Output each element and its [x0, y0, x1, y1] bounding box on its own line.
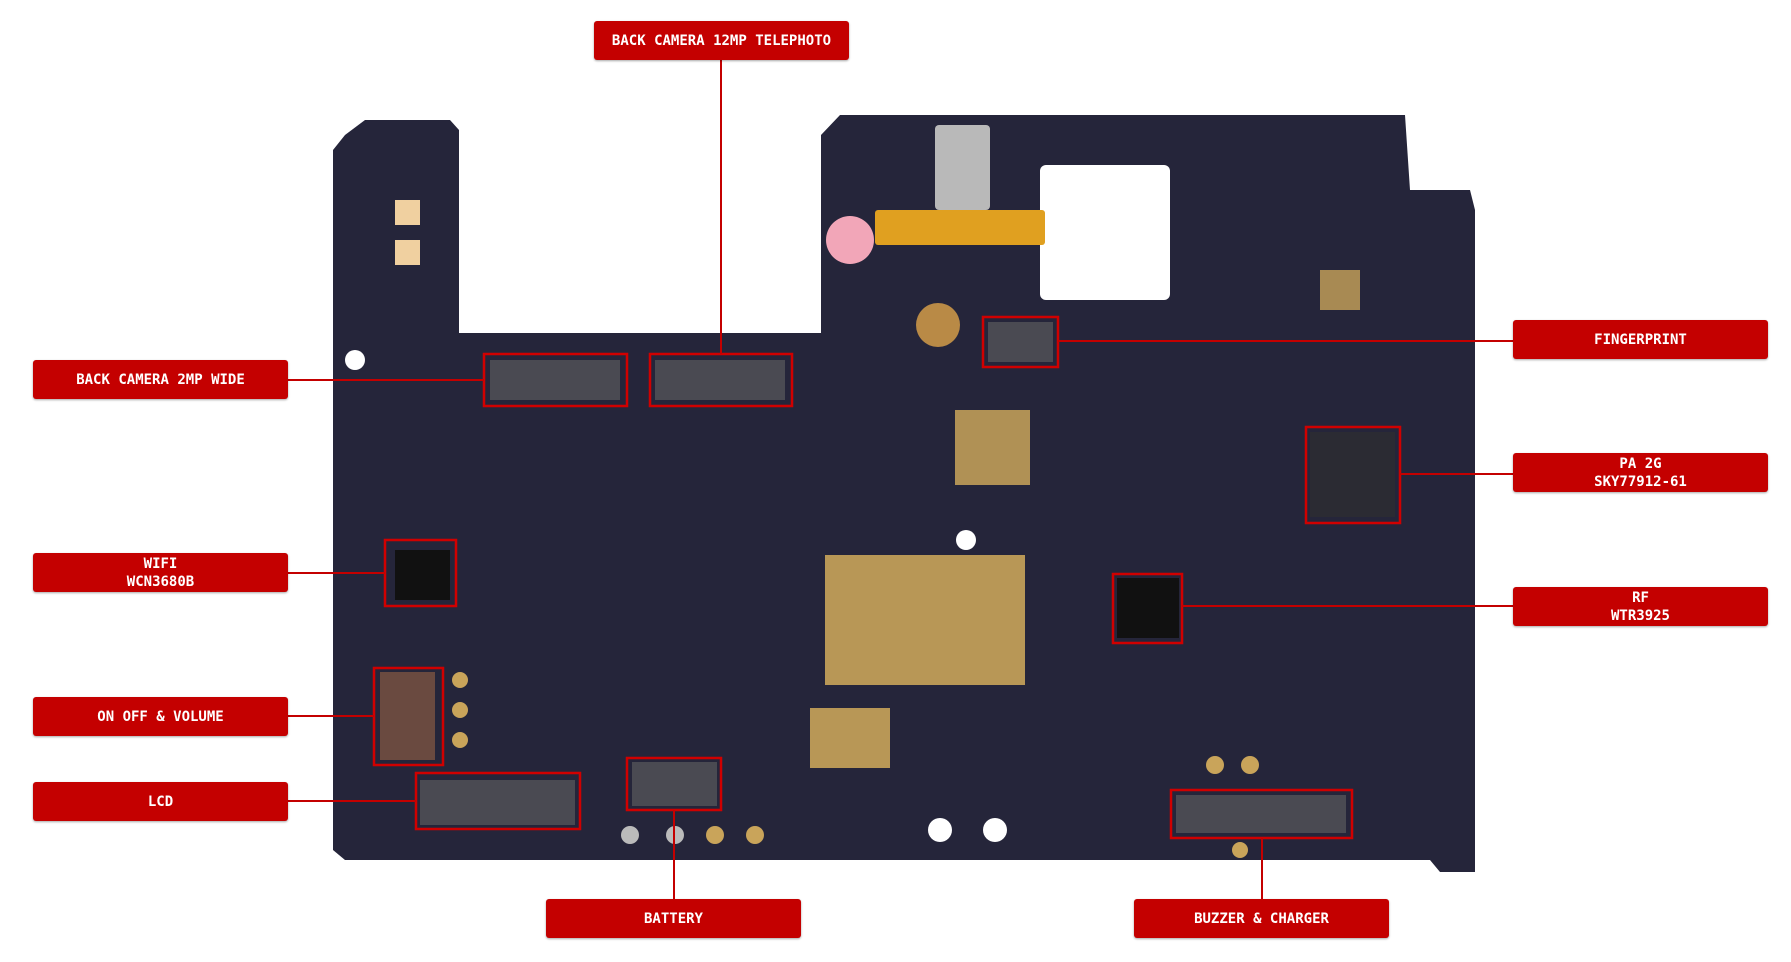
label-subtext: SKY77912-61 [1594, 473, 1687, 490]
label-pa-2g: PA 2G SKY77912-61 [1513, 453, 1768, 492]
label-text: BACK CAMERA 12MP TELEPHOTO [611, 32, 832, 49]
label-subtext: WCN3680B [126, 573, 195, 590]
label-text: FINGERPRINT [1594, 331, 1687, 348]
label-text: BATTERY [643, 910, 703, 927]
label-text: LCD [147, 793, 174, 810]
label-text: BUZZER & CHARGER [1194, 910, 1329, 927]
label-text: WIFI [143, 555, 178, 572]
label-battery: BATTERY [546, 899, 801, 938]
label-on-off-volume: ON OFF & VOLUME [33, 697, 288, 736]
label-fingerprint: FINGERPRINT [1513, 320, 1768, 359]
label-back-camera-telephoto: BACK CAMERA 12MP TELEPHOTO [594, 21, 849, 60]
label-back-camera-wide: BACK CAMERA 2MP WIDE [33, 360, 288, 399]
label-text: PA 2G [1619, 455, 1662, 472]
label-lcd: LCD [33, 782, 288, 821]
label-text: RF [1632, 589, 1649, 606]
label-rf: RF WTR3925 [1513, 587, 1768, 626]
label-buzzer-charger: BUZZER & CHARGER [1134, 899, 1389, 938]
label-subtext: WTR3925 [1610, 607, 1670, 624]
label-wifi: WIFI WCN3680B [33, 553, 288, 592]
label-text: ON OFF & VOLUME [97, 708, 224, 725]
label-text: BACK CAMERA 2MP WIDE [76, 371, 245, 388]
